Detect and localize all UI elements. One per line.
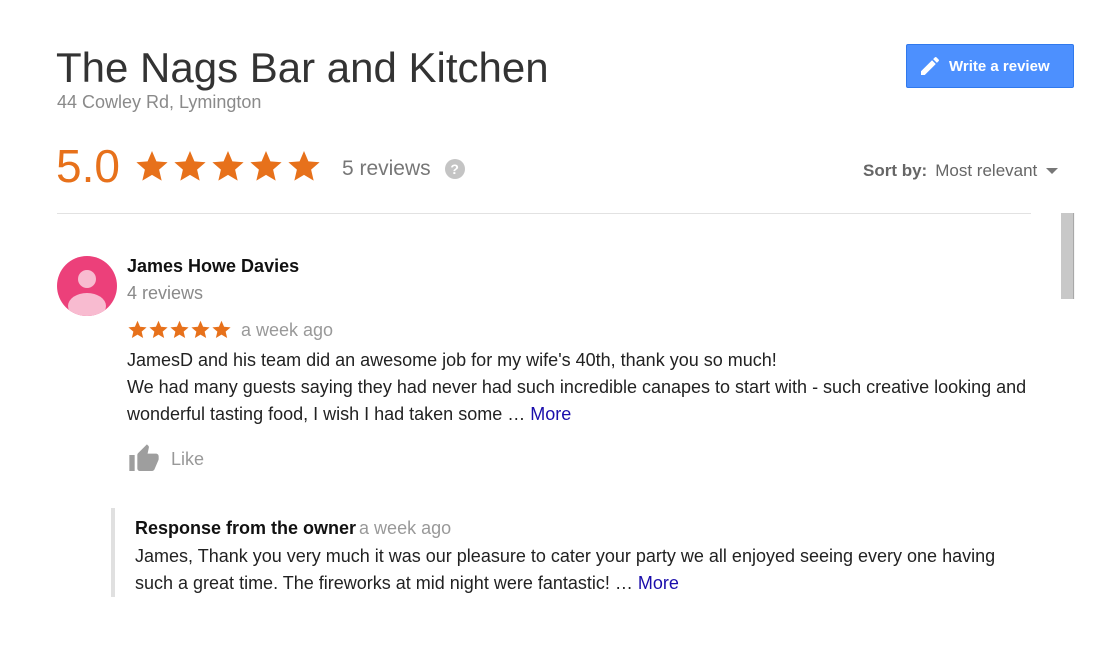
- place-title: The Nags Bar and Kitchen: [56, 44, 549, 91]
- rating-summary: 5.0 5 reviews ?: [56, 138, 465, 194]
- avatar[interactable]: [57, 256, 117, 316]
- average-rating: 5.0: [56, 140, 120, 192]
- write-review-button[interactable]: Write a review: [906, 44, 1074, 88]
- review-text-line: JamesD and his team did an awesome job f…: [127, 350, 777, 370]
- star-icon: [136, 151, 168, 181]
- review-text-line: We had many guests saying they had never…: [127, 377, 1027, 424]
- place-address: 44 Cowley Rd, Lymington: [57, 92, 262, 112]
- star-icon: [128, 320, 147, 339]
- star-icon: [250, 151, 282, 181]
- like-button[interactable]: Like: [127, 443, 204, 475]
- owner-response-title: Response from the owner: [135, 518, 357, 538]
- review-stars: [127, 319, 232, 340]
- like-label: Like: [171, 448, 205, 469]
- owner-response-text: James, Thank you very much it was our pl…: [135, 543, 1025, 597]
- owner-response-date: a week ago: [359, 518, 452, 538]
- person-icon: [68, 270, 106, 316]
- review-count: 5 reviews: [341, 157, 431, 180]
- divider: [57, 213, 1031, 214]
- average-stars: [134, 148, 324, 184]
- help-icon[interactable]: ?: [444, 159, 465, 179]
- star-icon: [174, 151, 206, 181]
- thumbs-up-icon: [129, 444, 159, 471]
- sort-control: Sort by: Most relevant: [863, 161, 1059, 181]
- sort-dropdown[interactable]: Most relevant: [935, 161, 1037, 181]
- owner-response-heading: Response from the owner a week ago: [135, 518, 451, 539]
- owner-response-body: James, Thank you very much it was our pl…: [135, 546, 996, 593]
- review-text-body: We had many guests saying they had never…: [127, 374, 1027, 428]
- pencil-icon: [921, 56, 940, 75]
- review-text: JamesD and his team did an awesome job f…: [127, 347, 1027, 428]
- star-icon: [212, 320, 231, 339]
- owner-response-bar: [111, 508, 115, 597]
- star-icon: [288, 151, 320, 181]
- owner-more-link[interactable]: More: [638, 573, 679, 593]
- scrollbar-thumb[interactable]: [1061, 213, 1074, 299]
- caret-down-icon[interactable]: [1046, 168, 1059, 174]
- review-date: a week ago: [241, 320, 334, 340]
- reviewer-review-count: 4 reviews: [127, 283, 204, 303]
- star-icon: [149, 320, 168, 339]
- star-icon: [212, 151, 244, 181]
- star-icon: [170, 320, 189, 339]
- write-review-label: Write a review: [949, 57, 1050, 75]
- sort-label: Sort by:: [863, 161, 928, 180]
- star-icon: [191, 320, 210, 339]
- review-more-link[interactable]: More: [530, 404, 571, 424]
- reviewer-name[interactable]: James Howe Davies: [127, 256, 299, 277]
